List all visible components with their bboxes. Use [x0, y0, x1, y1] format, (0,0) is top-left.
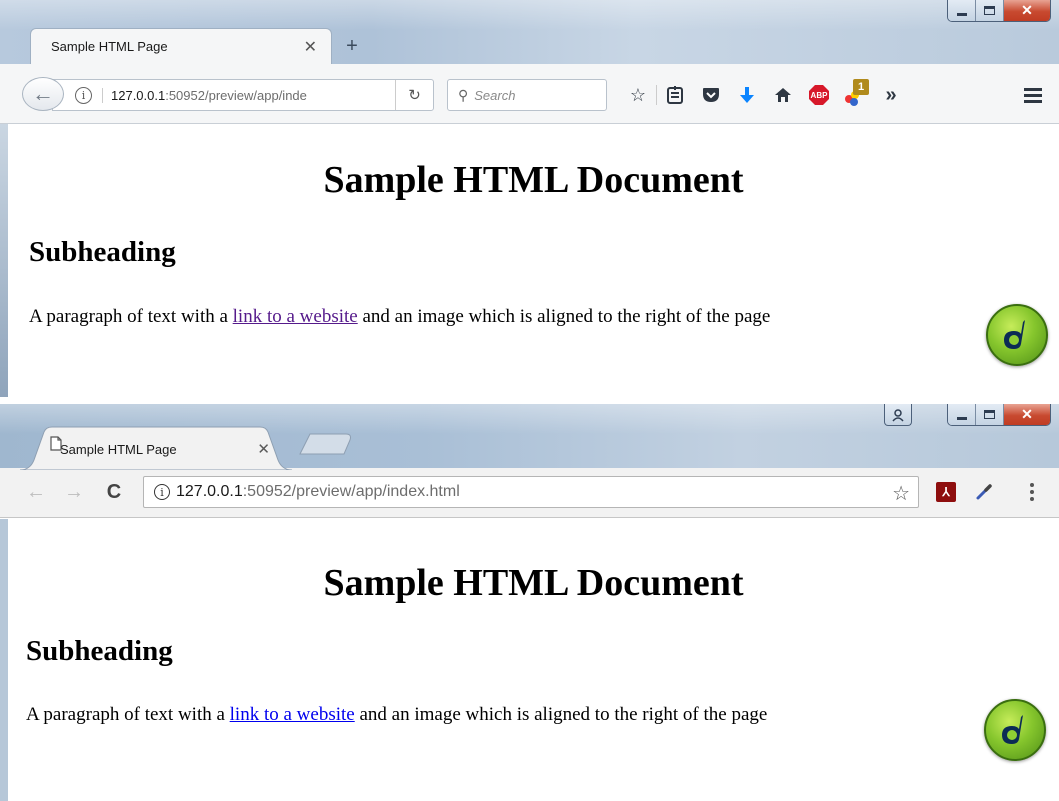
page-subheading: Subheading [26, 635, 173, 667]
page-heading: Sample HTML Document [323, 159, 744, 201]
website-link[interactable]: link to a website [230, 704, 355, 725]
star-icon[interactable]: ☆ [892, 481, 910, 506]
reload-icon: C [106, 480, 122, 503]
star-icon[interactable]: ☆ [620, 79, 656, 111]
reload-icon[interactable]: ↻ [395, 80, 433, 110]
search-input[interactable]: ⚲ Search [447, 79, 607, 111]
close-window-button[interactable]: ✕ [1004, 0, 1050, 21]
home-icon[interactable] [765, 79, 801, 111]
user-icon [892, 408, 904, 422]
page-paragraph: A paragraph of text with a link to a web… [29, 306, 770, 328]
chrome-tab[interactable]: Sample HTML Page ✕ [20, 426, 292, 470]
tab-close-icon[interactable]: ✕ [304, 37, 317, 57]
pdf-icon[interactable]: ⅄ [932, 478, 960, 506]
paragraph-text-after: and an image which is aligned to the rig… [354, 704, 768, 725]
back-button[interactable]: ← [22, 77, 64, 111]
maximize-button[interactable] [976, 0, 1004, 21]
dreamweaver-logo-image [984, 699, 1046, 761]
new-tab-button[interactable] [298, 432, 354, 461]
url-bar[interactable]: i 127.0.0.1:50952/preview/app/inde ↻ [52, 79, 434, 111]
minimize-button[interactable] [948, 404, 976, 425]
firefox-window: ✕ Sample HTML Page ✕ + i 127.0.0.1:50952… [0, 0, 1059, 397]
url-host: 127.0.0.1 [176, 483, 243, 500]
minimize-icon [956, 417, 967, 420]
addon-badge-icon[interactable]: 1 [837, 79, 873, 111]
download-icon[interactable] [729, 79, 765, 111]
tab-title: Sample HTML Page [51, 39, 168, 54]
website-link[interactable]: link to a website [233, 306, 358, 327]
info-icon[interactable]: i [154, 484, 170, 500]
forward-button[interactable]: → [60, 478, 88, 506]
adblock-label: ABP [809, 85, 829, 105]
minimize-button[interactable] [948, 0, 976, 21]
kebab-menu-icon[interactable] [1018, 478, 1046, 506]
maximize-icon [984, 410, 995, 419]
page-icon [50, 436, 62, 451]
search-icon: ⚲ [458, 86, 469, 103]
back-arrow-icon: ← [26, 480, 46, 503]
reading-list-icon[interactable] [657, 79, 693, 111]
eyedropper-icon[interactable] [970, 478, 998, 506]
url-host: 127.0.0.1 [111, 87, 166, 103]
tab-title: Sample HTML Page [60, 441, 177, 457]
close-window-button[interactable]: ✕ [1004, 404, 1050, 425]
url-text[interactable]: 127.0.0.1:50952/preview/app/index.html [176, 483, 460, 501]
omnibox[interactable]: i 127.0.0.1:50952/preview/app/index.html… [143, 476, 919, 508]
chrome-page-content: Sample HTML Document Subheading A paragr… [0, 519, 1059, 801]
chrome-window-controls: ✕ [947, 404, 1051, 426]
url-path: :50952/preview/app/inde [165, 87, 307, 103]
close-icon: ✕ [1021, 2, 1033, 18]
reload-button[interactable]: C [100, 478, 128, 506]
overflow-icon[interactable]: » [873, 79, 909, 111]
maximize-button[interactable] [976, 404, 1004, 425]
maximize-icon [984, 6, 995, 15]
firefox-navbar: i 127.0.0.1:50952/preview/app/inde ↻ ← ⚲… [0, 64, 1059, 124]
paragraph-text-before: A paragraph of text with a [26, 704, 230, 725]
firefox-window-controls: ✕ [947, 0, 1051, 22]
page-subheading: Subheading [29, 236, 176, 268]
chrome-navbar: ← → C i 127.0.0.1:50952/preview/app/inde… [0, 468, 1059, 518]
menu-icon[interactable] [1015, 79, 1051, 111]
minimize-icon [956, 13, 967, 16]
adblock-icon[interactable]: ABP [801, 79, 837, 111]
page-paragraph: A paragraph of text with a link to a web… [26, 704, 767, 726]
paragraph-text-after: and an image which is aligned to the rig… [357, 306, 771, 327]
pocket-icon[interactable] [693, 79, 729, 111]
info-icon[interactable]: i [75, 86, 92, 104]
close-icon: ✕ [1021, 406, 1033, 422]
chrome-window: ✕ Sample HTML Page ✕ ← → C i 127.0.0.1:5… [0, 404, 1059, 801]
dreamweaver-logo-image [986, 304, 1048, 366]
tab-close-icon[interactable]: ✕ [257, 440, 270, 458]
firefox-page-content: Sample HTML Document Subheading A paragr… [0, 124, 1059, 397]
firefox-tab[interactable]: Sample HTML Page ✕ [30, 28, 332, 64]
addon-badge-count: 1 [853, 79, 869, 95]
search-placeholder: Search [474, 87, 516, 103]
page-heading: Sample HTML Document [323, 562, 744, 604]
paragraph-text-before: A paragraph of text with a [29, 306, 233, 327]
url-text[interactable]: 127.0.0.1:50952/preview/app/inde [102, 87, 362, 103]
forward-arrow-icon: → [64, 480, 84, 503]
new-tab-button[interactable]: + [340, 34, 364, 58]
url-path: :50952/preview/app/index.html [242, 483, 460, 500]
user-profile-button[interactable] [884, 404, 912, 426]
back-arrow-icon: ← [32, 81, 54, 106]
back-button[interactable]: ← [22, 478, 50, 506]
firefox-toolbar: ☆ ABP 1 » [620, 79, 909, 111]
